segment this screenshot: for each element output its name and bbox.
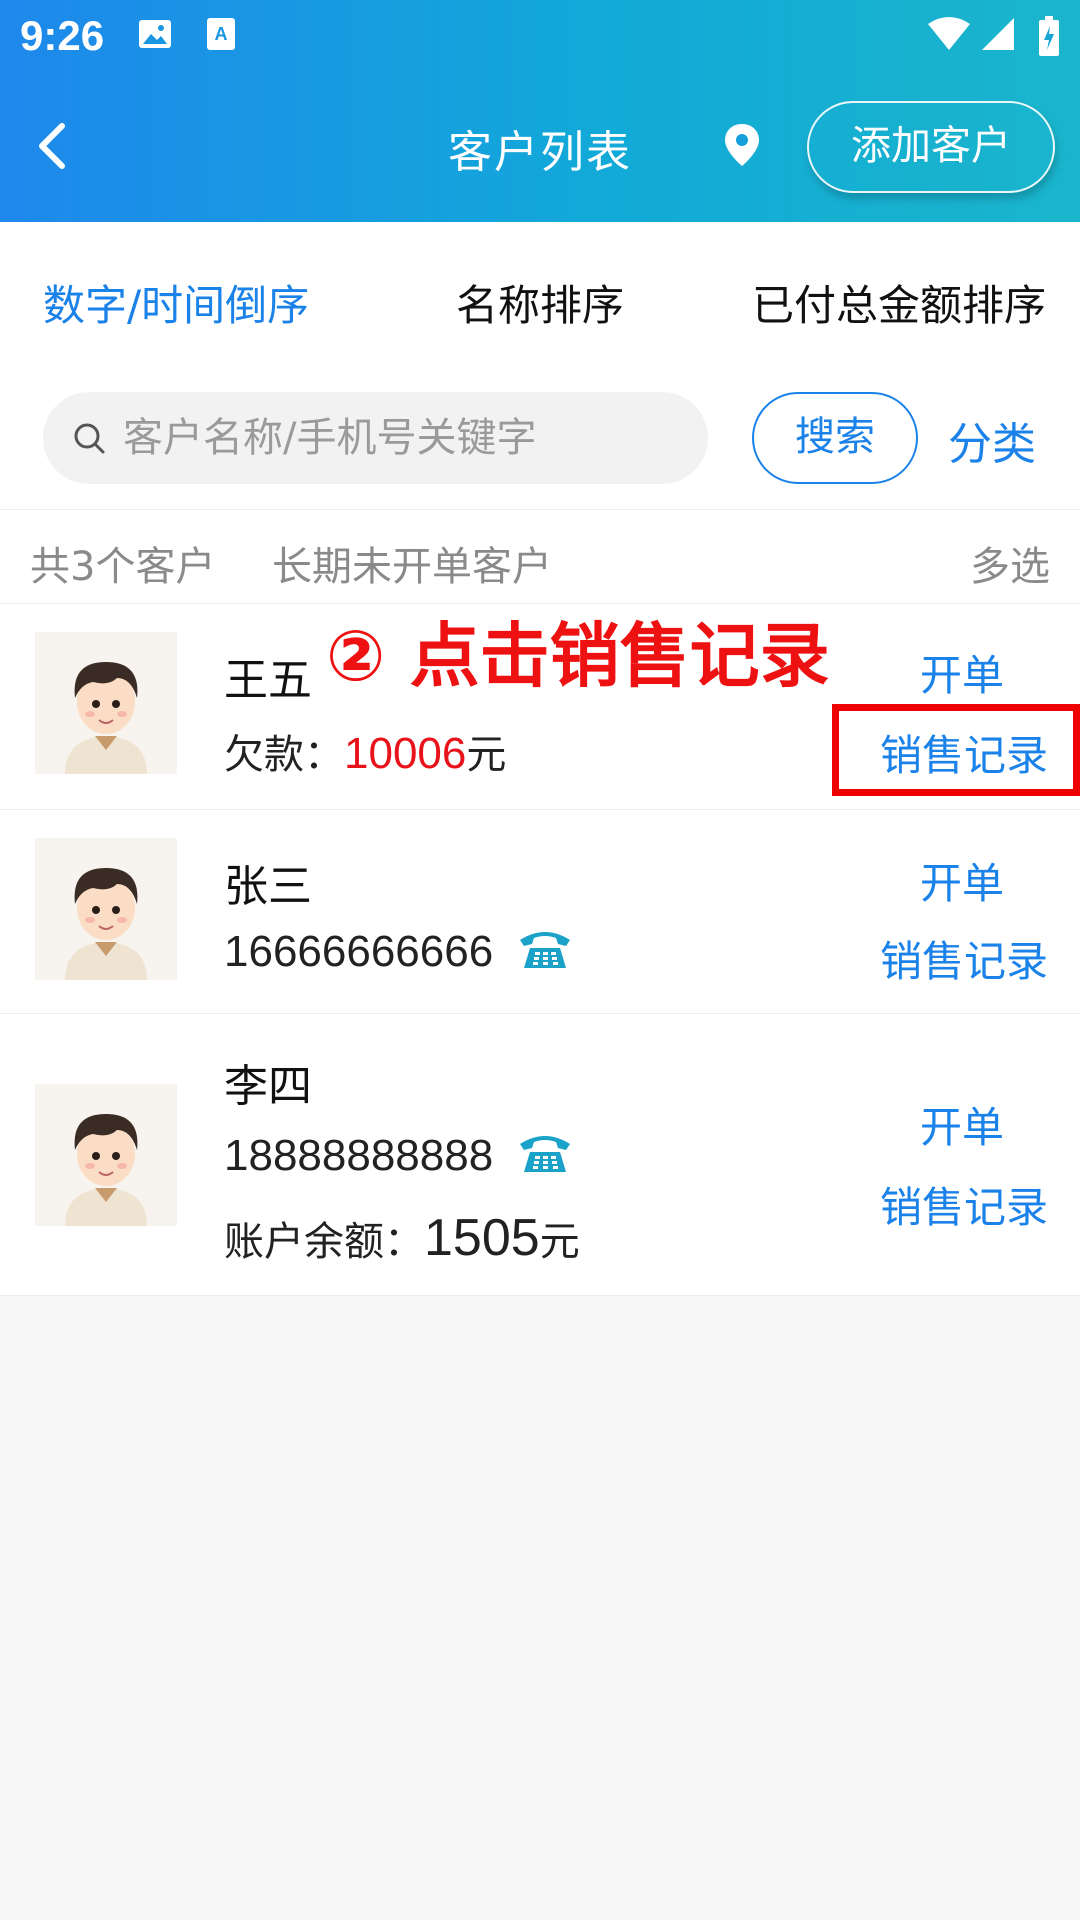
search-icon [74,423,105,454]
status-time: 9:26 [20,12,105,59]
search-bar: 搜索 分类 [0,372,1080,510]
sort-tab-name[interactable]: 名称排序 [456,272,624,333]
signal-icon [982,18,1014,50]
annotation-highlight-box [832,704,1080,796]
inactive-customers-filter[interactable]: 长期未开单客户 [272,534,552,592]
search-button[interactable]: 搜索 [752,392,918,484]
search-box[interactable] [43,392,708,484]
wifi-icon [928,17,970,50]
customer-count: 共3个客户 [30,544,216,590]
multi-select-button[interactable]: 多选 [970,534,1050,592]
svg-text:A: A [215,24,228,44]
sort-bar: 数字/时间倒序 名称排序 已付总金额排序 [0,222,1080,372]
category-button[interactable]: 分类 [948,408,1036,472]
avatar [35,1084,177,1226]
annotation-text: ② 点击销售记录 [326,615,830,697]
sort-tab-paid-amount[interactable]: 已付总金额排序 [752,272,1046,333]
sales-record-link[interactable]: 销售记录 [880,1174,1048,1235]
summary-bar: 共3个客户 长期未开单客户 多选 [0,510,1080,604]
customer-balance: 账户余额：1505元 [224,1208,580,1268]
sales-record-link[interactable]: 销售记录 [880,928,1048,989]
balance-value: 1505 [424,1209,540,1267]
avatar [35,632,177,774]
debt-unit: 元 [466,732,507,778]
app-header: 9:26 A 客户列表 添加客户 [0,0,1080,222]
text-notification-icon: A [207,18,235,50]
open-order-link[interactable]: 开单 [920,850,1004,911]
battery-icon [1039,16,1059,56]
location-pin-icon[interactable] [722,122,762,168]
debt-value: 10006 [344,729,467,778]
image-notification-icon [139,20,171,48]
telephone-icon[interactable] [516,926,574,970]
customer-row[interactable]: 张三 16666666666 开单 销售记录 [0,810,1080,1014]
customer-row[interactable]: 李四 18888888888 账户余额：1505元 开单 销售记录 [0,1014,1080,1296]
balance-unit: 元 [539,1219,580,1265]
sort-tab-time-desc[interactable]: 数字/时间倒序 [43,272,309,333]
avatar [35,838,177,980]
customer-name: 张三 [224,861,312,912]
debt-label: 欠款： [224,732,344,778]
phone-number: 18888888888 [224,1131,494,1180]
balance-label: 账户余额： [224,1219,424,1265]
open-order-link[interactable]: 开单 [920,1094,1004,1155]
open-order-link[interactable]: 开单 [920,642,1004,703]
customer-phone: 16666666666 [224,926,574,977]
customer-phone: 18888888888 [224,1130,574,1181]
telephone-icon[interactable] [516,1130,574,1174]
search-input[interactable] [123,392,693,484]
phone-number: 16666666666 [224,927,494,976]
customer-name: 王五 [224,655,312,706]
customer-debt: 欠款：10006元 [224,722,506,780]
customer-name: 李四 [224,1061,312,1112]
add-customer-button[interactable]: 添加客户 [807,101,1055,193]
